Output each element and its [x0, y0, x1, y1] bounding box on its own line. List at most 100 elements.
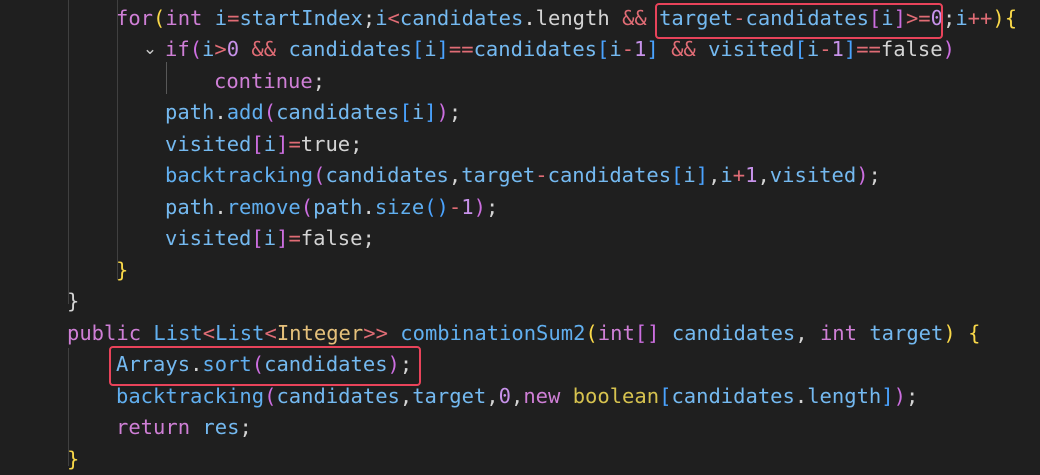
code-token: ) — [943, 321, 956, 345]
code-token: List — [153, 321, 203, 345]
code-token: ( — [585, 321, 598, 345]
code-token: true; — [300, 132, 363, 156]
code-token: ++ — [967, 6, 993, 30]
code-token: , — [708, 163, 721, 187]
code-token: res — [202, 415, 240, 439]
code-token: i — [609, 37, 622, 61]
code-token: } — [67, 447, 80, 471]
code-token: length — [807, 384, 882, 408]
code-token: ; — [448, 100, 462, 124]
code-token: i — [214, 6, 228, 30]
code-token: candidates — [659, 321, 796, 345]
code-token: ] — [424, 100, 437, 124]
code-token: target — [869, 321, 944, 345]
code-token: ] — [843, 37, 857, 61]
code-token: startIndex — [239, 6, 363, 30]
code-token: , — [399, 384, 413, 408]
code-editor[interactable]: ⌄ for(int i=startIndex;i<candidates.leng… — [0, 0, 1040, 471]
code-token: ] — [276, 132, 289, 156]
code-token: == — [856, 37, 881, 61]
code-token: Integer — [276, 321, 364, 345]
code-token: ( — [153, 6, 166, 30]
code-token: .length — [523, 6, 623, 30]
code-line: } — [67, 286, 79, 317]
code-token: [ — [411, 37, 425, 61]
code-token: - — [621, 37, 635, 61]
code-line: path.add(candidates[i]); — [165, 97, 461, 128]
code-token: new — [523, 384, 573, 408]
code-token: [ — [794, 37, 807, 61]
code-token: ( — [264, 384, 277, 408]
code-line: continue; — [214, 66, 325, 97]
code-token: ( — [313, 163, 326, 187]
code-token: ( — [300, 195, 314, 219]
code-token: } — [116, 258, 129, 282]
code-token: i — [720, 163, 733, 187]
code-token: >> — [363, 321, 401, 345]
code-line: } — [116, 255, 128, 286]
code-token: return — [116, 415, 203, 439]
code-token: ( — [189, 37, 203, 61]
indent-guide — [117, 0, 118, 280]
code-token: backtracking — [165, 163, 314, 187]
code-token: ) — [942, 37, 955, 61]
code-token: size — [374, 195, 425, 219]
code-token: 1 — [461, 195, 474, 219]
code-token: , — [486, 384, 499, 408]
code-token: [ — [659, 384, 672, 408]
fold-chevron-down-icon[interactable]: ⌄ — [141, 34, 159, 65]
code-token: ] — [881, 384, 894, 408]
code-token: i — [263, 132, 277, 156]
code-token: boolean — [572, 384, 660, 408]
code-token: path — [165, 100, 215, 124]
code-token: ; — [312, 69, 326, 93]
code-token: 1 — [745, 163, 758, 187]
code-line: path.remove(path.size()-1); — [165, 192, 498, 223]
indent-guide — [68, 0, 69, 304]
code-token: , — [510, 384, 524, 408]
code-token: visited — [165, 132, 252, 156]
code-token: int — [819, 321, 870, 345]
highlight-box-sort — [109, 346, 421, 386]
code-token: 0 — [226, 37, 252, 61]
code-token: ; — [905, 384, 919, 408]
code-token: < — [202, 321, 216, 345]
code-token: i — [411, 100, 425, 124]
indent-guide — [166, 62, 167, 94]
code-token: i — [424, 37, 437, 61]
code-token: i — [955, 6, 968, 30]
code-token: - — [819, 37, 832, 61]
code-token: backtracking — [116, 384, 265, 408]
code-token: path — [313, 195, 363, 219]
code-token: [ — [597, 37, 610, 61]
code-token: = — [288, 132, 301, 156]
code-line: return res; — [116, 412, 252, 443]
code-token: ) — [893, 384, 906, 408]
code-token: && — [622, 6, 660, 30]
code-token: = — [227, 6, 240, 30]
code-token: if — [165, 37, 190, 61]
code-token: > — [214, 37, 227, 61]
code-token: . — [794, 384, 808, 408]
code-token: for — [116, 6, 154, 30]
code-token: . — [362, 195, 375, 219]
code-token: ] — [646, 37, 672, 61]
code-token: - — [448, 195, 462, 219]
code-token: candidates — [399, 6, 524, 30]
code-token: ) — [992, 6, 1005, 30]
code-token: ( — [263, 100, 277, 124]
code-token: - — [535, 163, 548, 187]
code-token: i — [263, 226, 277, 250]
code-token: ; — [362, 6, 376, 30]
code-token: 1 — [831, 37, 844, 61]
code-token: && — [251, 37, 289, 61]
code-token: i — [202, 37, 215, 61]
code-token: , — [795, 321, 820, 345]
code-token: ; — [868, 163, 881, 187]
code-token: List — [215, 321, 265, 345]
code-token: int — [597, 321, 635, 345]
code-token: } — [67, 289, 80, 313]
code-token: [ — [671, 163, 684, 187]
code-token: combinationSum2 — [400, 321, 586, 345]
code-token: , — [757, 163, 770, 187]
